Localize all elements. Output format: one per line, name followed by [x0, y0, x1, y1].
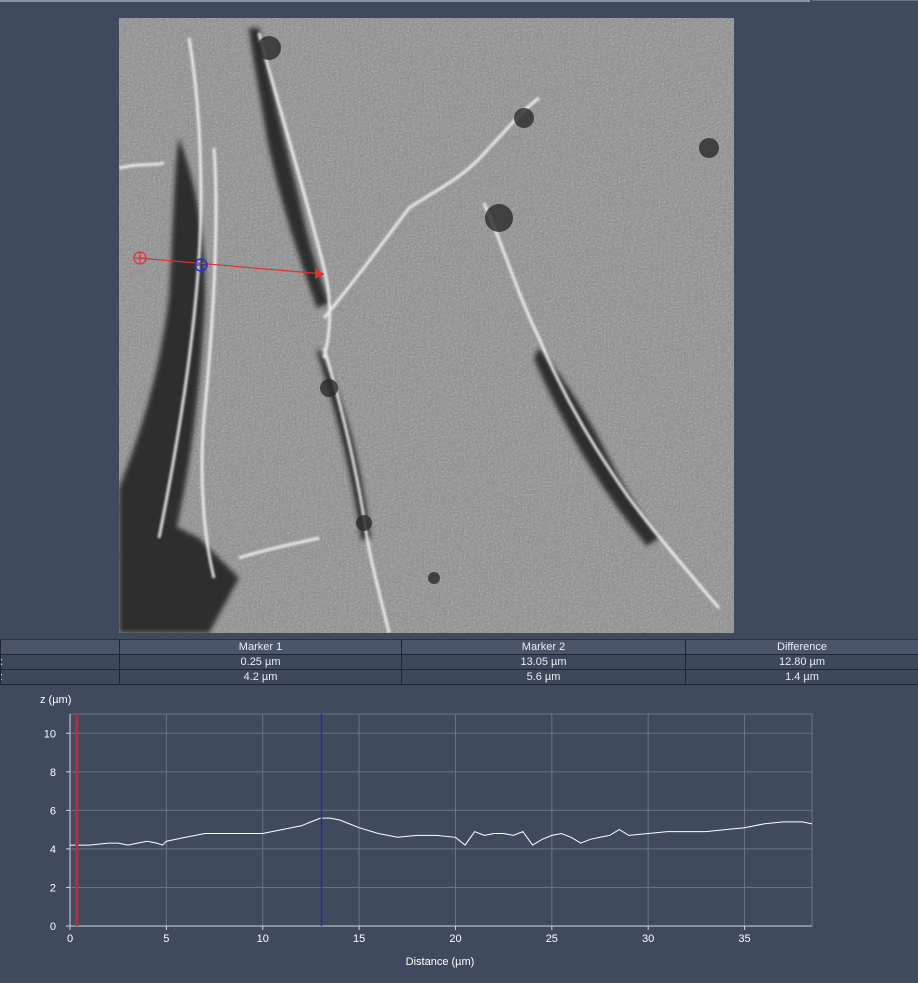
y-tick-label: 6	[50, 805, 56, 817]
marker-measurement-table: Marker 1 Marker 2 Difference x 0.25 µm 1…	[0, 639, 918, 685]
y-tick-label: 0	[50, 921, 56, 933]
row-label-x: x	[1, 655, 120, 670]
marker-2-handle[interactable]	[195, 259, 207, 271]
table-row-x: x 0.25 µm 13.05 µm 12.80 µm	[1, 655, 918, 670]
profile-chart-svg: z (µm) Distance (µm) 0 5 10 15 20 25 30 35 0 2 4 6 8…	[0, 690, 918, 978]
z-marker-2-value: 5.6 µm	[402, 670, 686, 685]
x-tick-label: 5	[163, 933, 169, 945]
y-tick-label: 2	[50, 882, 56, 894]
table-row-z: z 4.2 µm 5.6 µm 1.4 µm	[1, 670, 918, 685]
x-tick-label: 35	[738, 933, 750, 945]
z-marker-1-value: 4.2 µm	[120, 670, 402, 685]
z-difference-value: 1.4 µm	[686, 670, 918, 685]
x-difference-value: 12.80 µm	[686, 655, 918, 670]
table-header-marker-2: Marker 2	[402, 640, 686, 655]
y-axis-label: z (µm)	[40, 694, 71, 706]
table-header-blank	[1, 640, 120, 655]
height-profile-chart[interactable]: z (µm) Distance (µm) 0 5 10 15 20 25 30 35 0 2 4 6 8…	[0, 690, 918, 978]
y-tick-label: 4	[50, 844, 56, 856]
x-tick-label: 20	[449, 933, 461, 945]
profile-series-line	[70, 818, 812, 845]
x-axis-label: Distance (µm)	[406, 956, 475, 968]
x-tick-label: 25	[546, 933, 558, 945]
y-tick-label: 10	[44, 728, 56, 740]
surface-image	[119, 18, 734, 633]
top-border-right	[812, 0, 918, 1]
top-border	[0, 0, 810, 2]
x-tick-label: 0	[67, 933, 73, 945]
marker-1-handle[interactable]	[134, 252, 146, 264]
table-header-row: Marker 1 Marker 2 Difference	[1, 640, 918, 655]
x-tick-label: 30	[642, 933, 654, 945]
row-label-z: z	[1, 670, 120, 685]
x-marker-2-value: 13.05 µm	[402, 655, 686, 670]
x-tick-label: 15	[353, 933, 365, 945]
microscope-image-panel[interactable]	[119, 18, 734, 633]
table-header-marker-1: Marker 1	[120, 640, 402, 655]
x-marker-1-value: 0.25 µm	[120, 655, 402, 670]
table-header-difference: Difference	[686, 640, 918, 655]
x-tick-label: 10	[257, 933, 269, 945]
plot-frame	[70, 714, 812, 926]
y-tick-label: 8	[50, 767, 56, 779]
